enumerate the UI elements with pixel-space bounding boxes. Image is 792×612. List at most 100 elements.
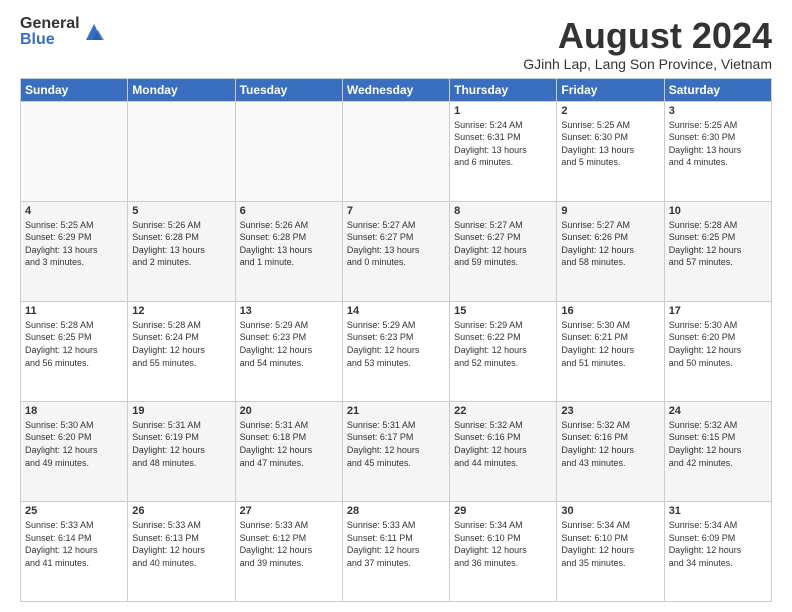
day-number: 11 [25, 305, 123, 317]
day-info: Sunrise: 5:31 AM Sunset: 6:17 PM Dayligh… [347, 419, 445, 469]
table-row: 23Sunrise: 5:32 AM Sunset: 6:16 PM Dayli… [557, 401, 664, 501]
day-info: Sunrise: 5:27 AM Sunset: 6:27 PM Dayligh… [347, 219, 445, 269]
table-row: 3 Sunrise: 5:25 AM Sunset: 6:30 PM Daylig… [664, 101, 771, 201]
table-row: 4Sunrise: 5:25 AM Sunset: 6:29 PM Daylig… [21, 201, 128, 301]
day-info: Sunrise: 5:33 AM Sunset: 6:12 PM Dayligh… [240, 519, 338, 569]
table-row: 26 Sunrise: 5:33 AM Sunset: 6:13 PM Dayli… [128, 501, 235, 601]
calendar-header-row: Sunday Monday Tuesday Wednesday Thursday… [21, 78, 772, 101]
day-info: Sunrise: 5:31 AM Sunset: 6:18 PM Dayligh… [240, 419, 338, 469]
col-wednesday: Wednesday [342, 78, 449, 101]
table-row: 8 Sunrise: 5:27 AM Sunset: 6:27 PM Daylig… [450, 201, 557, 301]
header: General Blue August 2024 GJinh Lap, Lang… [20, 16, 772, 72]
day-info: Sunrise: 5:33 AM Sunset: 6:14 PM Dayligh… [25, 519, 123, 569]
day-number: 22 [454, 405, 552, 417]
day-info: Sunrise: 5:25 AM Sunset: 6:30 PM Dayligh… [561, 119, 659, 169]
day-number: 3 [669, 105, 767, 117]
day-info: Sunrise: 5:32 AM Sunset: 6:15 PM Dayligh… [669, 419, 767, 469]
day-info: Sunrise: 5:31 AM Sunset: 6:19 PM Dayligh… [132, 419, 230, 469]
table-row: 10 Sunrise: 5:28 AM Sunset: 6:25 PM Dayli… [664, 201, 771, 301]
table-row: 21 Sunrise: 5:31 AM Sunset: 6:17 PM Dayli… [342, 401, 449, 501]
table-row: 5 Sunrise: 5:26 AM Sunset: 6:28 PM Daylig… [128, 201, 235, 301]
col-sunday: Sunday [21, 78, 128, 101]
day-number: 7 [347, 205, 445, 217]
day-number: 17 [669, 305, 767, 317]
day-info: Sunrise: 5:29 AM Sunset: 6:23 PM Dayligh… [347, 319, 445, 369]
table-row: 18Sunrise: 5:30 AM Sunset: 6:20 PM Dayli… [21, 401, 128, 501]
day-number: 1 [454, 105, 552, 117]
table-row: 6Sunrise: 5:26 AM Sunset: 6:28 PM Daylig… [235, 201, 342, 301]
day-number: 29 [454, 505, 552, 517]
day-number: 19 [132, 405, 230, 417]
day-info: Sunrise: 5:33 AM Sunset: 6:13 PM Dayligh… [132, 519, 230, 569]
col-saturday: Saturday [664, 78, 771, 101]
page: General Blue August 2024 GJinh Lap, Lang… [0, 0, 792, 612]
table-row: 13Sunrise: 5:29 AM Sunset: 6:23 PM Dayli… [235, 301, 342, 401]
day-number: 24 [669, 405, 767, 417]
table-row: 16Sunrise: 5:30 AM Sunset: 6:21 PM Dayli… [557, 301, 664, 401]
col-monday: Monday [128, 78, 235, 101]
location-text: GJinh Lap, Lang Son Province, Vietnam [523, 56, 772, 72]
day-number: 31 [669, 505, 767, 517]
day-number: 9 [561, 205, 659, 217]
day-info: Sunrise: 5:25 AM Sunset: 6:29 PM Dayligh… [25, 219, 123, 269]
day-info: Sunrise: 5:30 AM Sunset: 6:21 PM Dayligh… [561, 319, 659, 369]
day-number: 8 [454, 205, 552, 217]
table-row: 17 Sunrise: 5:30 AM Sunset: 6:20 PM Dayli… [664, 301, 771, 401]
day-number: 20 [240, 405, 338, 417]
day-info: Sunrise: 5:28 AM Sunset: 6:24 PM Dayligh… [132, 319, 230, 369]
table-row: 29 Sunrise: 5:34 AM Sunset: 6:10 PM Dayli… [450, 501, 557, 601]
table-row: 28 Sunrise: 5:33 AM Sunset: 6:11 PM Dayli… [342, 501, 449, 601]
day-info: Sunrise: 5:34 AM Sunset: 6:10 PM Dayligh… [454, 519, 552, 569]
table-row: 15Sunrise: 5:29 AM Sunset: 6:22 PM Dayli… [450, 301, 557, 401]
day-info: Sunrise: 5:34 AM Sunset: 6:09 PM Dayligh… [669, 519, 767, 569]
calendar-week-row: 1 Sunrise: 5:24 AM Sunset: 6:31 PM Daylig… [21, 101, 772, 201]
table-row: 14 Sunrise: 5:29 AM Sunset: 6:23 PM Dayli… [342, 301, 449, 401]
day-number: 13 [240, 305, 338, 317]
calendar-week-row: 18Sunrise: 5:30 AM Sunset: 6:20 PM Dayli… [21, 401, 772, 501]
calendar-week-row: 4Sunrise: 5:25 AM Sunset: 6:29 PM Daylig… [21, 201, 772, 301]
logo-general: General [20, 16, 80, 32]
calendar-table: Sunday Monday Tuesday Wednesday Thursday… [20, 78, 772, 602]
table-row [235, 101, 342, 201]
day-info: Sunrise: 5:26 AM Sunset: 6:28 PM Dayligh… [132, 219, 230, 269]
table-row: 20 Sunrise: 5:31 AM Sunset: 6:18 PM Dayli… [235, 401, 342, 501]
table-row [342, 101, 449, 201]
day-info: Sunrise: 5:24 AM Sunset: 6:31 PM Dayligh… [454, 119, 552, 169]
day-number: 26 [132, 505, 230, 517]
day-info: Sunrise: 5:33 AM Sunset: 6:11 PM Dayligh… [347, 519, 445, 569]
table-row: 19 Sunrise: 5:31 AM Sunset: 6:19 PM Dayli… [128, 401, 235, 501]
day-number: 25 [25, 505, 123, 517]
table-row: 25 Sunrise: 5:33 AM Sunset: 6:14 PM Dayli… [21, 501, 128, 601]
table-row: 11Sunrise: 5:28 AM Sunset: 6:25 PM Dayli… [21, 301, 128, 401]
day-info: Sunrise: 5:27 AM Sunset: 6:26 PM Dayligh… [561, 219, 659, 269]
day-info: Sunrise: 5:32 AM Sunset: 6:16 PM Dayligh… [454, 419, 552, 469]
day-number: 12 [132, 305, 230, 317]
table-row: 24 Sunrise: 5:32 AM Sunset: 6:15 PM Dayli… [664, 401, 771, 501]
day-info: Sunrise: 5:30 AM Sunset: 6:20 PM Dayligh… [669, 319, 767, 369]
day-info: Sunrise: 5:34 AM Sunset: 6:10 PM Dayligh… [561, 519, 659, 569]
day-number: 14 [347, 305, 445, 317]
day-number: 21 [347, 405, 445, 417]
logo-area: General Blue [20, 16, 106, 48]
logo-text: General Blue [20, 16, 80, 48]
day-number: 10 [669, 205, 767, 217]
day-info: Sunrise: 5:25 AM Sunset: 6:30 PM Dayligh… [669, 119, 767, 169]
title-area: August 2024 GJinh Lap, Lang Son Province… [523, 16, 772, 72]
table-row: 1 Sunrise: 5:24 AM Sunset: 6:31 PM Daylig… [450, 101, 557, 201]
table-row: 31 Sunrise: 5:34 AM Sunset: 6:09 PM Dayli… [664, 501, 771, 601]
logo-blue: Blue [20, 32, 80, 48]
table-row [128, 101, 235, 201]
table-row: 22 Sunrise: 5:32 AM Sunset: 6:16 PM Dayli… [450, 401, 557, 501]
day-info: Sunrise: 5:28 AM Sunset: 6:25 PM Dayligh… [669, 219, 767, 269]
day-number: 30 [561, 505, 659, 517]
day-number: 18 [25, 405, 123, 417]
logo-icon [82, 22, 106, 42]
table-row: 30 Sunrise: 5:34 AM Sunset: 6:10 PM Dayli… [557, 501, 664, 601]
day-number: 27 [240, 505, 338, 517]
day-number: 5 [132, 205, 230, 217]
col-thursday: Thursday [450, 78, 557, 101]
col-tuesday: Tuesday [235, 78, 342, 101]
day-number: 28 [347, 505, 445, 517]
day-info: Sunrise: 5:32 AM Sunset: 6:16 PM Dayligh… [561, 419, 659, 469]
day-info: Sunrise: 5:27 AM Sunset: 6:27 PM Dayligh… [454, 219, 552, 269]
